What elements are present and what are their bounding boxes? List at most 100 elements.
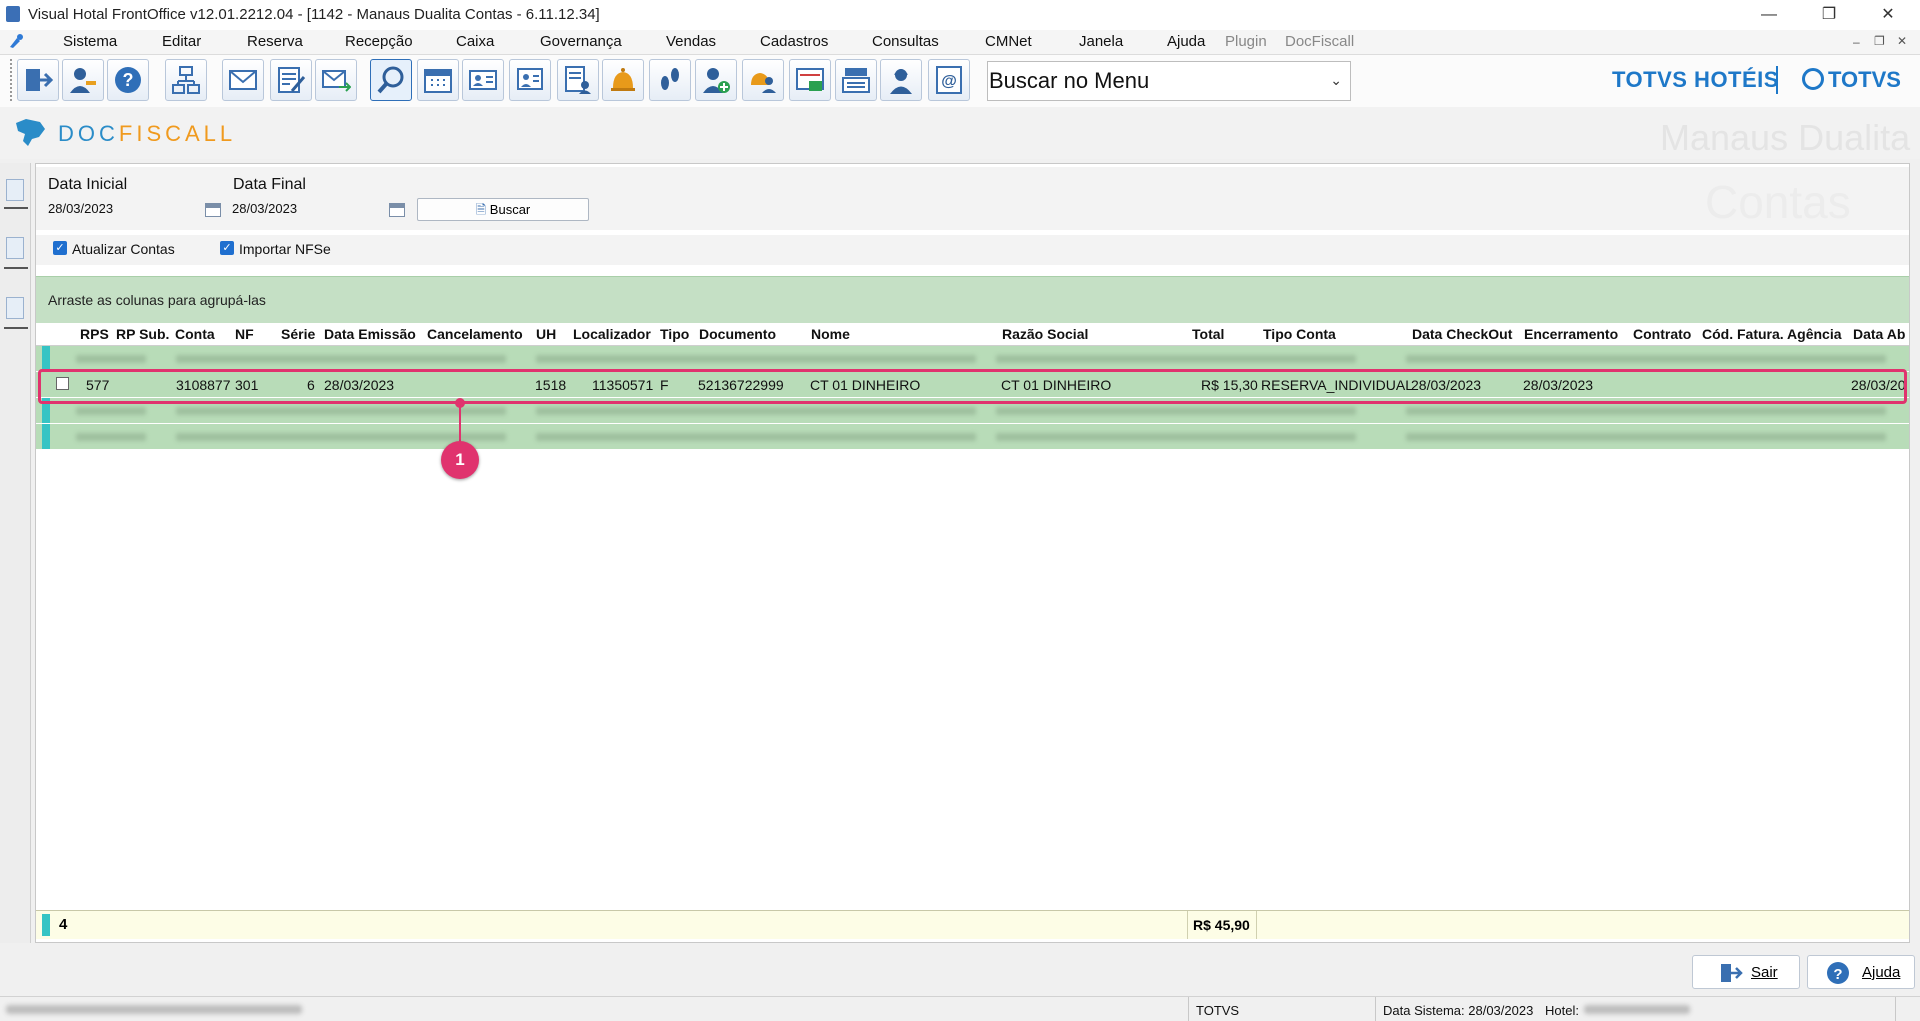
status-divider — [1188, 997, 1189, 1021]
redacted-cell — [1406, 355, 1886, 363]
col-header-data-emissao[interactable]: Data Emissão — [324, 326, 416, 342]
table-row[interactable] — [36, 424, 1909, 449]
data-inicial-input[interactable]: 28/03/2023 — [48, 198, 218, 220]
exit-toolbar-button[interactable] — [17, 59, 59, 101]
col-header-data-checkout[interactable]: Data CheckOut — [1412, 326, 1512, 342]
col-header-uh[interactable]: UH — [536, 326, 556, 342]
menu-recepcao[interactable]: Recepção — [345, 33, 413, 50]
status-hotel-label: Hotel: — [1545, 1003, 1579, 1018]
group-by-panel[interactable]: Arraste as colunas para agrupá-las — [36, 276, 1909, 325]
col-header-documento[interactable]: Documento — [699, 326, 776, 342]
menu-sistema[interactable]: Sistema — [63, 33, 117, 50]
menu-caixa[interactable]: Caixa — [456, 33, 494, 50]
cash-register-toolbar-button[interactable] — [835, 59, 877, 101]
menu-search-select[interactable]: Buscar no Menu ⌄ — [987, 61, 1351, 101]
sair-button[interactable]: Sair — [1692, 955, 1800, 989]
col-header-cancelamento[interactable]: Cancelamento — [427, 326, 523, 342]
col-header-rp-sub[interactable]: RP Sub. — [116, 326, 169, 342]
window-title: Visual Hotal FrontOffice v12.01.2212.04 … — [28, 6, 600, 23]
row-indicator — [42, 346, 50, 371]
user-key-toolbar-button[interactable] — [62, 59, 104, 101]
calendar-toolbar-button[interactable] — [417, 59, 459, 101]
cash-report-toolbar-button[interactable] — [789, 59, 831, 101]
redacted-cell — [536, 407, 976, 415]
redacted-hotel — [1584, 1005, 1690, 1014]
atualizar-contas-checkbox[interactable]: ✓ — [53, 241, 67, 255]
ajuda-button[interactable]: ? Ajuda — [1807, 955, 1915, 989]
importar-nfse-checkbox[interactable]: ✓ — [220, 241, 234, 255]
menu-consultas[interactable]: Consultas — [872, 33, 939, 50]
svg-text:?: ? — [1833, 966, 1842, 983]
help-icon: ? — [1827, 962, 1849, 984]
col-header-total[interactable]: Total — [1192, 326, 1224, 342]
mail-toolbar-button[interactable] — [222, 59, 264, 101]
table-row[interactable] — [36, 346, 1909, 371]
system-menu-icon[interactable] — [8, 33, 24, 49]
col-header-nome[interactable]: Nome — [811, 326, 850, 342]
menu-cmnet[interactable]: CMNet — [985, 33, 1032, 50]
col-header-localizador[interactable]: Localizador — [573, 326, 651, 342]
buscar-button[interactable]: 🗎 Buscar — [417, 198, 589, 221]
menu-ajuda[interactable]: Ajuda — [1167, 33, 1205, 50]
col-header-rps[interactable]: RPS — [80, 326, 109, 342]
minimize-button[interactable]: — — [1754, 4, 1784, 26]
col-header-cod-fatura-agencia[interactable]: Cód. Fatura. Agência — [1702, 326, 1842, 342]
restore-button[interactable]: ❐ — [1814, 4, 1844, 26]
col-header-contrato[interactable]: Contrato — [1633, 326, 1691, 342]
col-header-conta[interactable]: Conta — [175, 326, 215, 342]
col-header-razao-social[interactable]: Razão Social — [1002, 326, 1088, 342]
help-toolbar-button[interactable]: ? — [107, 59, 149, 101]
footsteps-toolbar-button[interactable] — [649, 59, 691, 101]
callout-line — [459, 403, 461, 445]
service-bell-user-toolbar-button[interactable] — [742, 59, 784, 101]
guest-card-toolbar-button[interactable] — [462, 59, 504, 101]
report-user-toolbar-button[interactable] — [557, 59, 599, 101]
mdi-restore-icon[interactable]: ❐ — [1874, 34, 1885, 48]
menu-plugin[interactable]: Plugin — [1225, 33, 1267, 50]
redacted-cell — [76, 407, 146, 415]
menu-editar[interactable]: Editar — [162, 33, 201, 50]
sidebar-doc-icon-2[interactable] — [6, 237, 24, 259]
grid-footer: 4 R$ 45,90 — [36, 910, 1909, 939]
email-contact-toolbar-button[interactable]: @ — [928, 59, 970, 101]
receptionist-toolbar-button[interactable] — [880, 59, 922, 101]
guest-list-toolbar-button[interactable] — [509, 59, 551, 101]
brand-totvs-hoteis: TOTVS HOTÉIS — [1612, 67, 1779, 92]
mdi-minimize-icon[interactable]: ‒ — [1853, 35, 1860, 49]
buscar-label: Buscar — [489, 202, 531, 217]
close-button[interactable]: ✕ — [1873, 4, 1903, 26]
redacted-cell — [996, 355, 1356, 363]
menu-cadastros[interactable]: Cadastros — [760, 33, 828, 50]
menu-governanca[interactable]: Governança — [540, 33, 622, 50]
footer-divider — [1256, 911, 1257, 939]
menu-janela[interactable]: Janela — [1079, 33, 1123, 50]
add-user-toolbar-button[interactable] — [695, 59, 737, 101]
col-header-tipo-conta[interactable]: Tipo Conta — [1263, 326, 1336, 342]
col-header-encerramento[interactable]: Encerramento — [1524, 326, 1618, 342]
col-header-data-ab[interactable]: Data Ab — [1853, 326, 1905, 342]
record-count: 4 — [59, 916, 68, 933]
status-divider — [1895, 997, 1896, 1021]
ajuda-label: Ajuda — [1862, 964, 1901, 981]
menu-reserva[interactable]: Reserva — [247, 33, 303, 50]
send-mail-toolbar-button[interactable] — [315, 59, 357, 101]
brand-totvs: TOTVS — [1828, 67, 1901, 92]
edit-sheet-toolbar-button[interactable] — [270, 59, 312, 101]
calendar-icon[interactable] — [389, 203, 405, 217]
bell-toolbar-button[interactable] — [602, 59, 644, 101]
search-toolbar-button[interactable] — [370, 59, 412, 101]
mdi-close-icon[interactable]: ✕ — [1897, 34, 1907, 48]
status-divider — [1375, 997, 1376, 1021]
sidebar-doc-icon-3[interactable] — [6, 297, 24, 319]
menu-vendas[interactable]: Vendas — [666, 33, 716, 50]
redacted-cell — [996, 407, 1356, 415]
sidebar-doc-icon-1[interactable] — [6, 179, 24, 201]
data-final-input[interactable]: 28/03/2023 — [232, 198, 402, 220]
col-header-tipo[interactable]: Tipo — [660, 326, 689, 342]
structure-toolbar-button[interactable] — [165, 59, 207, 101]
calendar-icon[interactable] — [205, 203, 221, 217]
col-header-nf[interactable]: NF — [235, 326, 254, 342]
col-header-serie[interactable]: Série — [281, 326, 315, 342]
menu-docfiscall[interactable]: DocFiscall — [1285, 33, 1354, 50]
row-highlight-annotation — [38, 369, 1907, 404]
